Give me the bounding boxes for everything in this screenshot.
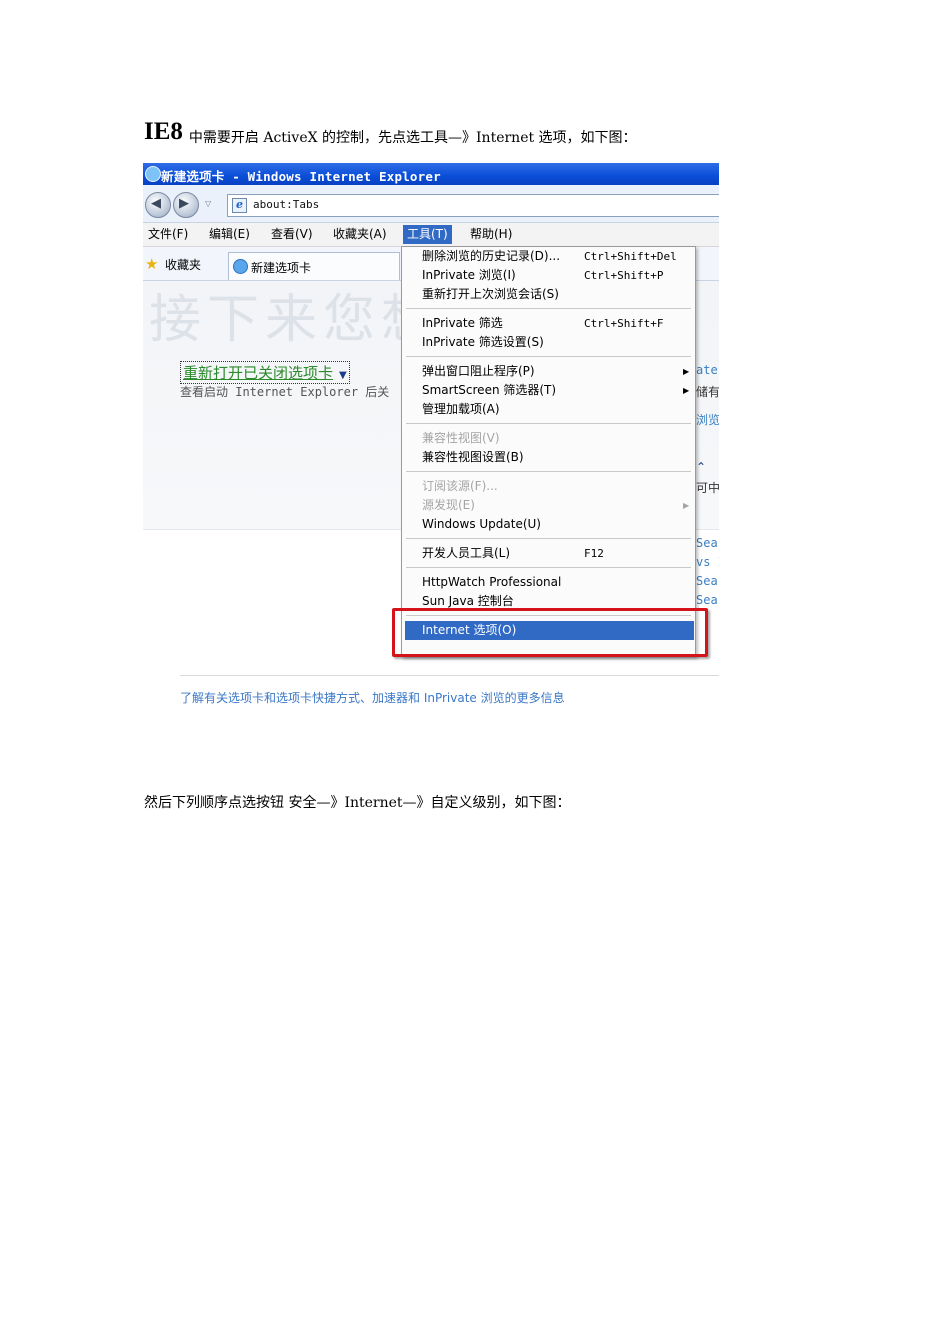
menu-favorites[interactable]: 收藏夹(A) <box>329 225 391 244</box>
menu-separator <box>406 567 691 568</box>
menu-separator <box>406 471 691 472</box>
ie8-screenshot: 新建选项卡 - Windows Internet Explorer ◀ ▶ ▽ … <box>143 163 719 715</box>
menu-separator <box>406 308 691 309</box>
tools-menu-item[interactable]: 管理加载项(A) <box>402 400 695 419</box>
tab-new[interactable]: 新建选项卡 <box>228 252 400 280</box>
right-fragment: 储有 <box>696 385 719 399</box>
ghost-heading: 接下来您想 <box>149 290 440 350</box>
submenu-arrow-icon: ▶ <box>683 367 690 376</box>
view-startup-text: 查看启动 Internet Explorer 后关 <box>180 385 390 399</box>
address-input[interactable]: e about:Tabs <box>227 194 719 217</box>
window-title: 新建选项卡 - Windows Internet Explorer <box>161 169 441 184</box>
tools-menu-item-disabled: 订阅该源(F)... <box>422 479 498 493</box>
doc-heading: IE8 中需要开启 ActiveX 的控制，先点选工具—》Internet 选项，… <box>144 118 637 146</box>
menu-help[interactable]: 帮助(H) <box>466 225 516 244</box>
right-fragment: ate <box>696 363 718 377</box>
right-fragment: Sear <box>696 536 719 550</box>
doc-paragraph: 然后下列顺序点选按钮 安全—》Internet—》自定义级别，如下图： <box>144 795 571 811</box>
menu-edit[interactable]: 编辑(E) <box>205 225 254 244</box>
tab-ie-icon <box>233 259 248 274</box>
tab-label: 新建选项卡 <box>251 261 312 275</box>
chevron-down-icon: ▼ <box>339 370 347 381</box>
menu-separator <box>406 538 691 539</box>
submenu-arrow-icon: ▶ <box>683 386 690 395</box>
menu-file[interactable]: 文件(F) <box>144 225 192 244</box>
address-bar-area: ◀ ▶ ▽ e about:Tabs <box>143 185 719 223</box>
back-arrow-icon: ◀ <box>151 196 161 211</box>
learn-more-link[interactable]: 了解有关选项卡和选项卡快捷方式、加速器和 InPrivate 浏览的更多信息 <box>180 689 565 706</box>
forward-button[interactable]: ▶ <box>173 192 199 218</box>
tools-menu-item[interactable]: Windows Update(U) <box>402 515 695 534</box>
chevron-up-icon[interactable]: ⌃ <box>696 460 706 474</box>
tools-menu-item[interactable]: InPrivate 浏览(I) Ctrl+Shift+P <box>402 266 695 285</box>
tools-menu-item[interactable]: 重新打开上次浏览会话(S) <box>402 285 695 304</box>
reopen-label: 重新打开已关闭选项卡 <box>183 364 334 382</box>
right-fragment: Sear <box>696 574 719 588</box>
heading-text: 中需要开启 ActiveX 的控制，先点选工具—》Internet 选项，如下图… <box>188 130 637 146</box>
back-button[interactable]: ◀ <box>145 192 171 218</box>
right-fragment: vs I <box>696 555 719 569</box>
tools-menu-item[interactable]: 弹出窗口阻止程序(P) ▶ <box>402 362 695 381</box>
menu-separator <box>406 356 691 357</box>
menu-view[interactable]: 查看(V) <box>267 225 317 244</box>
menu-tools[interactable]: 工具(T) <box>403 225 452 244</box>
reopen-closed-tabs-link[interactable]: 重新打开已关闭选项卡 ▼ <box>180 361 350 384</box>
submenu-arrow-icon: ▶ <box>683 501 690 510</box>
tools-menu-item[interactable]: InPrivate 筛选 Ctrl+Shift+F <box>402 314 695 333</box>
tools-menu-item-disabled: 兼容性视图(V) <box>422 431 500 445</box>
favorites-button[interactable]: 收藏夹 <box>165 256 201 273</box>
tools-menu-dropdown: 删除浏览的历史记录(D)... Ctrl+Shift+Del InPrivate … <box>401 246 696 657</box>
right-fragment: 可中文 <box>696 481 719 495</box>
title-bar: 新建选项卡 - Windows Internet Explorer <box>143 163 719 185</box>
tools-menu-item[interactable]: 开发人员工具(L) F12 <box>402 544 695 563</box>
right-fragment: 浏览 <box>696 413 719 427</box>
heading-ie8: IE8 <box>144 118 183 145</box>
tools-menu-item[interactable]: 删除浏览的历史记录(D)... Ctrl+Shift+Del <box>402 247 695 266</box>
forward-arrow-icon: ▶ <box>179 196 189 211</box>
divider <box>180 675 719 676</box>
address-url: about:Tabs <box>253 198 320 211</box>
menu-bar: 文件(F) 编辑(E) 查看(V) 收藏夹(A) 工具(T) 帮助(H) <box>143 223 719 247</box>
tools-menu-item[interactable]: SmartScreen 筛选器(T) ▶ <box>402 381 695 400</box>
right-fragment: Sear <box>696 593 719 607</box>
favorites-star-icon[interactable]: ★ <box>145 255 158 273</box>
tools-menu-item[interactable]: HttpWatch Professional <box>402 573 695 592</box>
ie-logo-icon <box>145 166 161 182</box>
tools-menu-item[interactable]: InPrivate 筛选设置(S) <box>402 333 695 352</box>
page-icon: e <box>232 198 247 213</box>
tools-menu-item[interactable]: 兼容性视图设置(B) <box>402 448 695 467</box>
highlight-box <box>392 608 708 657</box>
history-dropdown-icon[interactable]: ▽ <box>205 199 211 208</box>
tools-menu-item-disabled: 源发现(E) ▶ <box>402 496 695 515</box>
menu-separator <box>406 423 691 424</box>
